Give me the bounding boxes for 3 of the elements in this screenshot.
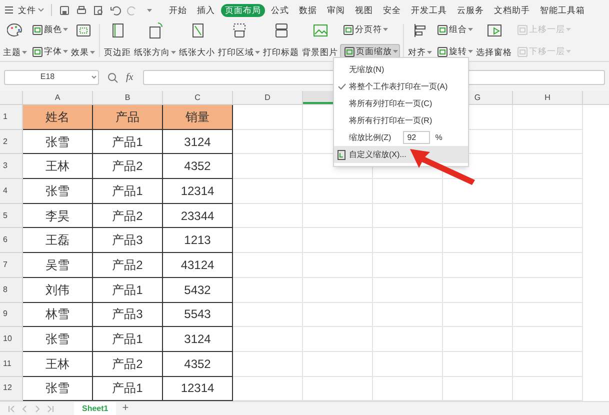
menu-label: 缩放比例(Z) xyxy=(349,132,392,144)
percent-label: % xyxy=(435,132,442,144)
function-label: fx xyxy=(126,70,134,84)
